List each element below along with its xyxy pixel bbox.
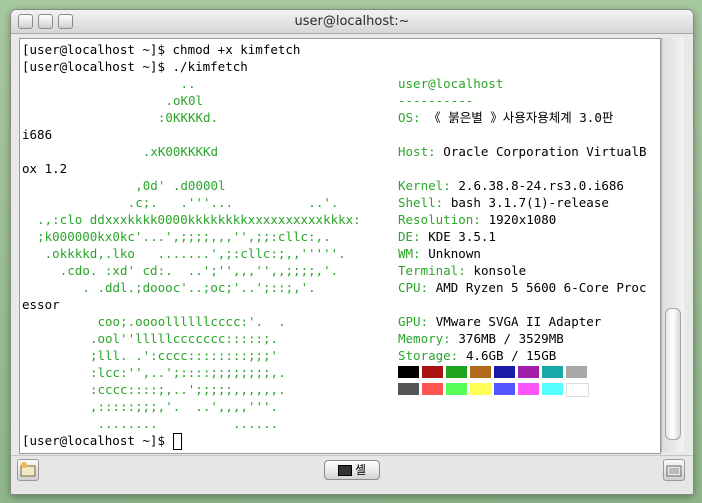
- info-label: Kernel:: [398, 178, 451, 193]
- session-tab-label: 셸: [354, 463, 367, 477]
- color-swatch: [494, 383, 515, 395]
- title-bar[interactable]: user@localhost:~: [11, 10, 693, 34]
- terminal-line: [user@localhost ~]$ ./kimfetch: [22, 59, 248, 74]
- terminal-line: . .ddl.;doooc'..;oc;'..';::;,'.: [82, 280, 316, 295]
- info-value: konsole: [473, 263, 527, 278]
- color-swatch: [470, 366, 491, 378]
- terminal-line: .cdo. :xd' cd:. ..';'',,,'',,;;;;,'.: [59, 263, 339, 278]
- session-tab[interactable]: 셸: [324, 460, 380, 480]
- info-label: DE:: [398, 229, 421, 244]
- new-session-icon[interactable]: [17, 459, 39, 481]
- info-label: CPU:: [398, 280, 429, 295]
- color-swatch: [566, 366, 587, 378]
- color-swatch: [542, 383, 563, 395]
- info-label: Memory:: [398, 331, 451, 346]
- terminal-line: essor: [22, 297, 60, 312]
- color-swatch: [446, 366, 467, 378]
- terminal-line: i686: [22, 127, 53, 142]
- color-swatch: [566, 383, 589, 397]
- info-value: AMD Ryzen 5 5600 6-Core Proc: [435, 280, 647, 295]
- info-value: bash 3.1.7(1)-release: [450, 195, 609, 210]
- info-label: user@localhost: [398, 76, 504, 91]
- terminal-line: ..: [180, 76, 196, 91]
- terminal-line: ,0d' .d0000l: [135, 178, 226, 193]
- terminal-output[interactable]: [user@localhost ~]$ chmod +x kimfetch [us…: [19, 38, 661, 454]
- info-value: Unknown: [428, 246, 481, 261]
- color-swatch: [518, 383, 539, 395]
- info-label: WM:: [398, 246, 421, 261]
- color-swatch: [422, 383, 443, 395]
- terminal-line: [user@localhost ~]$ chmod +x kimfetch: [22, 42, 301, 57]
- terminal-line: .ool''lllllccccccc:::::;.: [89, 331, 279, 346]
- info-label: ----------: [398, 93, 474, 108]
- terminal-line: ;lll. .':cccc::::::::;;;': [89, 348, 279, 363]
- terminal-line: .okkkkd,.lko .......',;:cllc:;,,'''''.: [44, 246, 346, 261]
- info-value: 《 붉은별 》사용자용체계 3.0판: [428, 110, 614, 125]
- scrollbar-thumb[interactable]: [665, 308, 681, 440]
- terminal-line: ........ ......: [97, 416, 279, 431]
- terminal-line: :0KKKKd.: [157, 110, 219, 125]
- terminal-icon: [337, 465, 352, 476]
- terminal-line: ;k000000kx0kc'...',;;;;,,,'',;;:cllc:,.: [37, 229, 331, 244]
- info-value: KDE 3.5.1: [428, 229, 496, 244]
- info-label: Host:: [398, 144, 436, 159]
- color-swatch: [398, 383, 419, 395]
- cursor: [173, 433, 182, 450]
- info-value: Oracle Corporation VirtualB: [443, 144, 647, 159]
- terminal-line: [user@localhost ~]$: [22, 433, 173, 448]
- scrollbar[interactable]: [661, 38, 684, 452]
- terminal-line: :lcc:'',..';::::;;;;;;;;,.: [89, 365, 286, 380]
- color-swatch: [542, 366, 563, 378]
- info-label: Resolution:: [398, 212, 481, 227]
- terminal-line: .xK00KKKKd: [142, 144, 219, 159]
- color-swatch: [446, 383, 467, 395]
- terminal-line: ox 1.2: [22, 161, 68, 176]
- color-swatch: [494, 366, 515, 378]
- status-bar: 셸: [11, 455, 693, 494]
- color-swatch: [422, 366, 443, 378]
- close-session-icon[interactable]: [663, 459, 685, 481]
- color-swatch: [470, 383, 491, 395]
- color-swatch: [518, 366, 539, 378]
- terminal-line: .oK0l: [165, 93, 204, 108]
- terminal-line: coo;.oooollllllcccc:'. .: [97, 314, 286, 329]
- info-label: Terminal:: [398, 263, 466, 278]
- info-label: OS:: [398, 110, 421, 125]
- info-value: 376MB / 3529MB: [458, 331, 564, 346]
- terminal-line: .c;. .'''... ..'.: [127, 195, 339, 210]
- info-value: 1920x1080: [488, 212, 557, 227]
- info-value: 2.6.38.8-24.rs3.0.i686: [458, 178, 624, 193]
- color-swatch: [398, 366, 419, 378]
- terminal-line: .,:clo ddxxxkkkk0000kkkkkkkkxxxxxxxxxxkk…: [37, 212, 361, 227]
- info-label: GPU:: [398, 314, 429, 329]
- window-title: user@localhost:~: [294, 14, 410, 29]
- terminal-window: user@localhost:~ [user@localhost ~]$ chm…: [10, 9, 694, 495]
- info-value: VMware SVGA II Adapter: [435, 314, 602, 329]
- terminal-line: :cccc::::;,..';;;;;,,,,,,.: [89, 382, 286, 397]
- terminal-line: ,:::::;;;,'. ..',,,,'''.: [89, 399, 279, 414]
- info-value: 4.6GB / 15GB: [465, 348, 557, 363]
- info-label: Shell:: [398, 195, 444, 210]
- info-label: Storage:: [398, 348, 459, 363]
